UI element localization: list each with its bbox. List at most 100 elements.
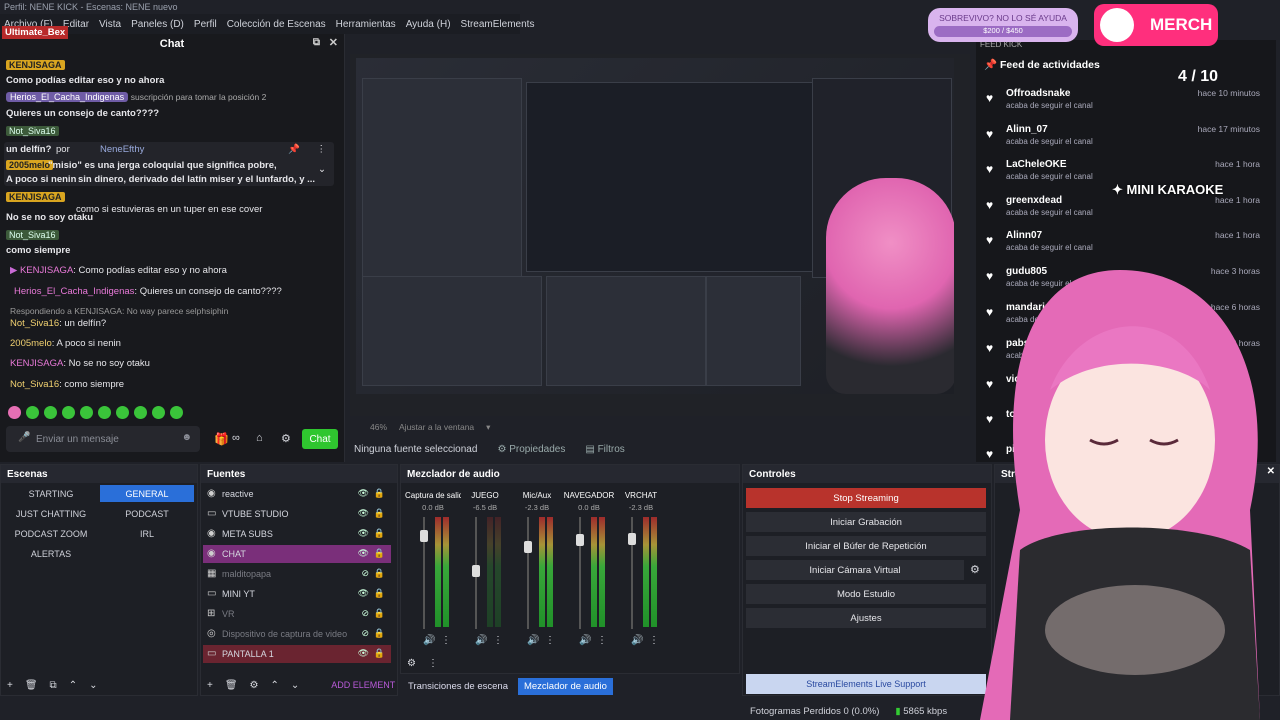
chat-user[interactable]: KENJISAGA: [20, 265, 73, 276]
emote-icon[interactable]: [152, 406, 165, 419]
replay-buffer-button[interactable]: Iniciar el Búfer de Repetición: [746, 536, 986, 556]
emote-icon[interactable]: [116, 406, 129, 419]
filters-button[interactable]: ▤ Filtros: [585, 444, 624, 455]
gear-icon[interactable]: ⚙: [250, 680, 259, 691]
pin-icon[interactable]: 📌: [288, 144, 300, 155]
support-button[interactable]: StreamElements Live Support: [746, 674, 986, 694]
pinned-user[interactable]: NeneEfthy: [100, 144, 144, 155]
source-item[interactable]: ⊞ VR ⊘ 🔒: [203, 605, 391, 623]
chat-send-button[interactable]: Chat: [302, 429, 338, 449]
eye-icon[interactable]: 👁: [358, 588, 369, 599]
more-icon[interactable]: ⋮: [441, 635, 451, 646]
more-icon[interactable]: ⋮: [649, 635, 659, 646]
zoom-level[interactable]: 46%: [370, 422, 387, 432]
source-item-selected[interactable]: ◉ CHAT 👁 🔒: [203, 545, 391, 563]
emote-icon[interactable]: [26, 406, 39, 419]
chat-user[interactable]: Not_Siva16: [10, 379, 59, 390]
source-item[interactable]: ▭ MINI YT 👁 🔒: [203, 585, 391, 603]
chat-user[interactable]: Not_Siva16: [6, 126, 59, 136]
emote-icon[interactable]: [98, 406, 111, 419]
lock-icon[interactable]: 🔒: [374, 568, 385, 579]
menu-vista[interactable]: Vista: [99, 19, 121, 30]
close-icon[interactable]: ✕: [329, 36, 338, 49]
add-element-button[interactable]: ADD ELEMENT: [331, 680, 395, 691]
speaker-icon[interactable]: 🔊: [423, 635, 435, 646]
emote-icon[interactable]: [170, 406, 183, 419]
up-icon[interactable]: ⌃: [271, 680, 279, 691]
source-item[interactable]: ◉ META SUBS 👁 🔒: [203, 525, 391, 543]
menu-coleccion[interactable]: Colección de Escenas: [227, 19, 326, 30]
source-item[interactable]: ◎ Dispositivo de captura de video ⊘ 🔒: [203, 625, 391, 643]
chevron-down-icon[interactable]: ⌄: [318, 164, 326, 175]
gift-icon[interactable]: 🎁: [214, 432, 229, 446]
scene-starting[interactable]: STARTING: [4, 485, 98, 502]
fader-knob[interactable]: [576, 533, 584, 546]
emote-icon[interactable]: [134, 406, 147, 419]
speaker-icon[interactable]: 🔊: [631, 635, 643, 646]
chat-user[interactable]: ▶: [10, 265, 20, 276]
add-icon[interactable]: +: [207, 680, 213, 691]
gear-icon[interactable]: ⚙: [407, 658, 416, 669]
float-icon[interactable]: ⧉: [313, 37, 320, 48]
more-icon[interactable]: ⋮: [428, 658, 438, 669]
chat-input[interactable]: 🎤 Enviar un mensaje ☻: [6, 426, 200, 452]
scene-alertas[interactable]: ALERTAS: [4, 545, 98, 562]
scene-just-chatting[interactable]: JUST CHATTING: [4, 505, 98, 522]
virtual-camera-button[interactable]: Iniciar Cámara Virtual: [746, 560, 964, 580]
source-item[interactable]: ▭ PANTALLA 1 👁 🔒: [203, 645, 391, 663]
scene-podcast-zoom[interactable]: PODCAST ZOOM: [4, 525, 98, 542]
source-item[interactable]: ▭ VTUBE STUDIO 👁 🔒: [203, 505, 391, 523]
fader-knob[interactable]: [628, 532, 636, 545]
trash-icon[interactable]: 🗑: [225, 680, 238, 691]
settings-button[interactable]: Ajustes: [746, 608, 986, 628]
tab-transitions[interactable]: Transiciones de escena: [402, 678, 514, 695]
link-icon[interactable]: ∞: [232, 432, 240, 444]
emote-icon[interactable]: [80, 406, 93, 419]
speaker-icon[interactable]: 🔊: [475, 635, 487, 646]
chevron-down-icon[interactable]: ▾: [486, 422, 490, 433]
fader-knob[interactable]: [420, 530, 428, 543]
menu-perfil[interactable]: Perfil: [194, 19, 217, 30]
more-icon[interactable]: ⋮: [493, 635, 503, 646]
emote-icon[interactable]: [44, 406, 57, 419]
chat-user[interactable]: KENJISAGA: [6, 60, 65, 70]
fit-window[interactable]: Ajustar a la ventana: [399, 422, 474, 432]
lock-icon[interactable]: 🔒: [374, 608, 385, 619]
menu-herramientas[interactable]: Herramientas: [336, 19, 396, 30]
lock-icon[interactable]: 🔒: [374, 588, 385, 599]
speaker-icon[interactable]: 🔊: [579, 635, 591, 646]
lock-icon[interactable]: 🔒: [374, 508, 385, 519]
gear-icon[interactable]: ⚙: [281, 432, 291, 445]
feed-item[interactable]: ♥ Offroadsnake acaba de seguir el canal hac…: [986, 88, 1274, 122]
chat-user[interactable]: KENJISAGA: [10, 358, 63, 369]
eye-hidden-icon[interactable]: ⊘: [361, 608, 369, 619]
pinned-message[interactable]: un delfín? por NeneEfthy 📌 ⋮ ⌄ 2005melo …: [4, 142, 334, 186]
chat-user[interactable]: Herios_El_Cacha_Indigenas: [14, 286, 134, 297]
source-item[interactable]: ▦ malditopapa ⊘ 🔒: [203, 565, 391, 583]
tab-audio-mixer[interactable]: Mezclador de audio: [517, 677, 613, 695]
chat-user[interactable]: Not_Siva16: [6, 230, 59, 240]
filter-icon[interactable]: ⧉: [50, 680, 57, 691]
mic-icon[interactable]: 🎤: [18, 432, 30, 443]
menu-ayuda[interactable]: Ayuda (H): [406, 19, 451, 30]
chat-user[interactable]: Not_Siva16: [10, 318, 59, 329]
more-icon[interactable]: ⋮: [545, 635, 555, 646]
emote-icon[interactable]: [62, 406, 75, 419]
lock-icon[interactable]: 🔒: [374, 648, 385, 659]
trash-icon[interactable]: 🗑: [25, 680, 38, 691]
studio-mode-button[interactable]: Modo Estudio: [746, 584, 986, 604]
eye-hidden-icon[interactable]: ⊘: [361, 568, 369, 579]
more-icon[interactable]: ⋮: [317, 144, 327, 155]
volume-fader[interactable]: [527, 517, 529, 629]
preview-canvas[interactable]: [356, 58, 954, 394]
down-icon[interactable]: ⌄: [291, 680, 299, 691]
emote-icon[interactable]: [8, 406, 21, 419]
eye-icon[interactable]: 👁: [358, 528, 369, 539]
properties-button[interactable]: ⚙ Propiedades: [497, 444, 565, 455]
eye-icon[interactable]: 👁: [358, 548, 369, 559]
eye-icon[interactable]: 👁: [358, 508, 369, 519]
store-icon[interactable]: ⌂: [256, 432, 263, 444]
scene-general[interactable]: GENERAL: [100, 485, 194, 502]
scene-irl[interactable]: IRL: [100, 525, 194, 542]
menu-streamelements[interactable]: StreamElements: [461, 19, 535, 30]
